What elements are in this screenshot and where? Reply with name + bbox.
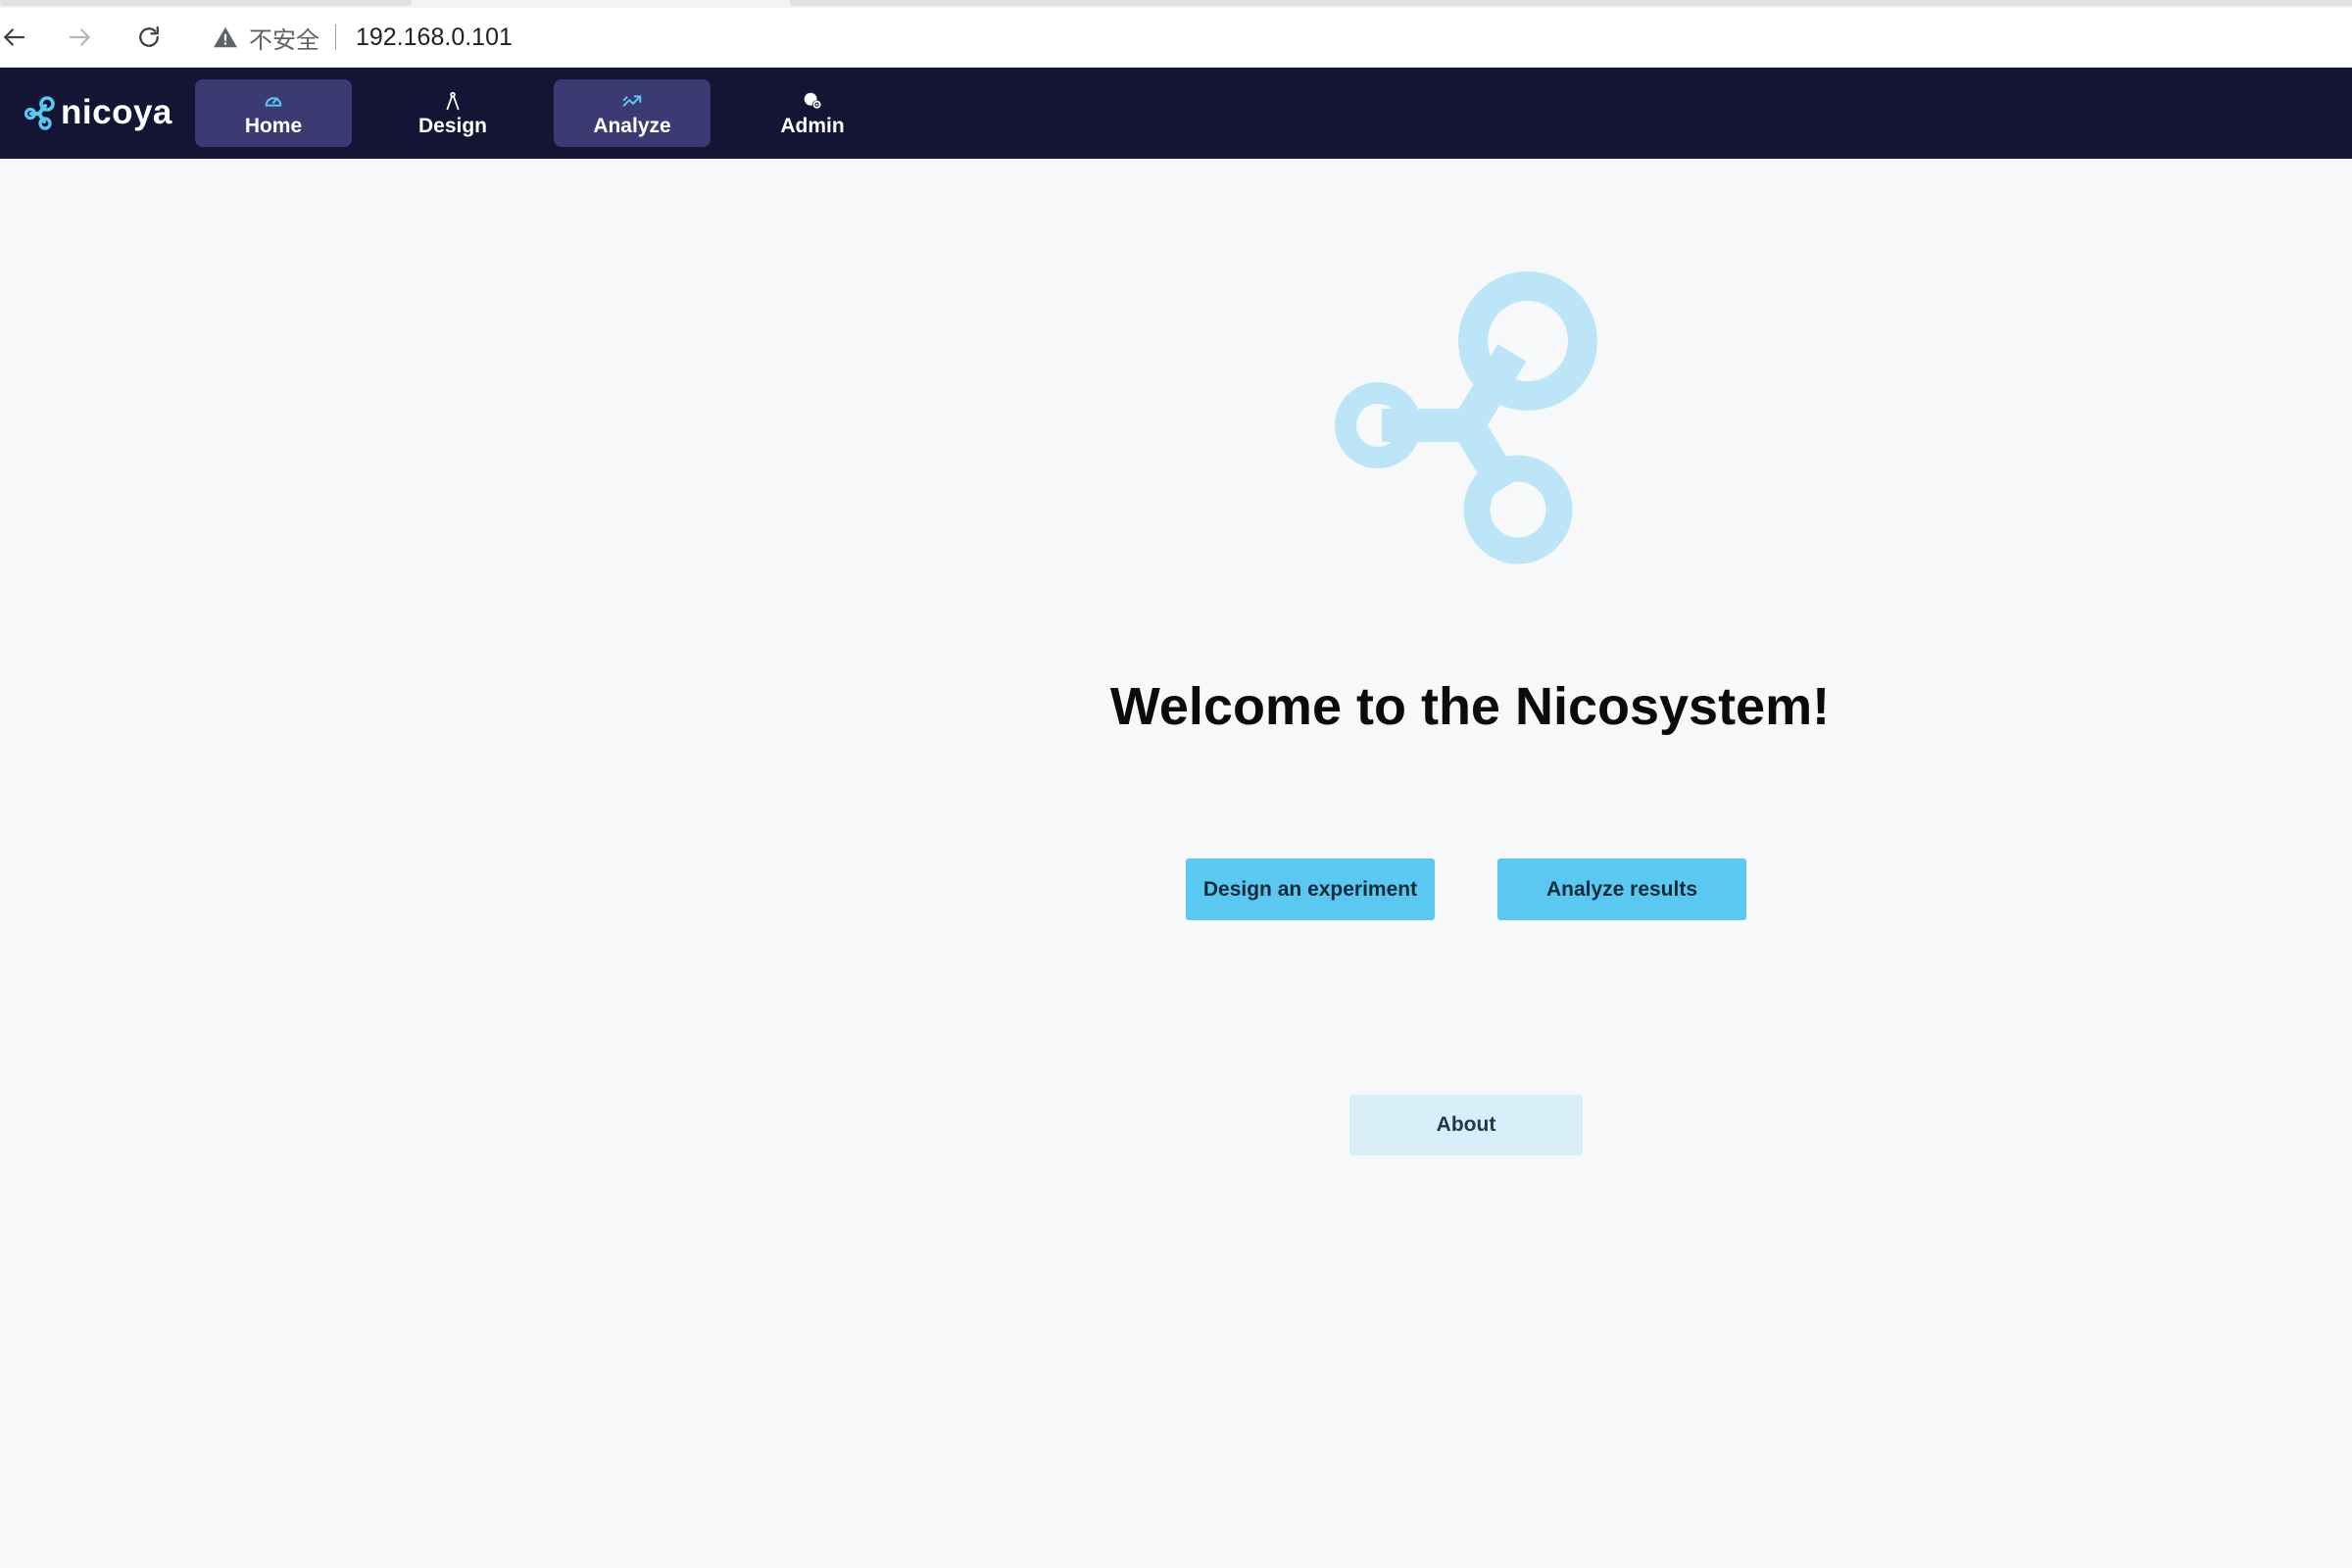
app-navbar: nicoya Home Design Analyze Admin [0,68,2352,159]
reload-button[interactable] [129,18,169,57]
hero-molecule-logo-icon [1331,267,1603,570]
nav-label: Analyze [593,114,671,137]
forward-button[interactable] [61,18,100,57]
arrow-right-icon [69,28,90,46]
nav-item-design[interactable]: Design [374,79,531,147]
url-text[interactable]: 192.168.0.101 [356,24,513,52]
browser-tab-strip [0,0,2352,8]
gauge-icon [263,89,284,113]
brand-name: nicoya [61,93,172,131]
arrow-left-icon [4,28,25,46]
page-title: Welcome to the Nicosystem! [1109,677,1831,736]
nav-label: Home [244,114,303,137]
analyze-results-button[interactable]: Analyze results [1497,858,1746,920]
nav-label: Admin [780,114,845,137]
about-button[interactable]: About [1349,1095,1583,1155]
nav-label: Design [417,114,487,137]
address-divider [335,24,336,50]
brand-logo-link[interactable]: nicoya [24,91,172,134]
design-experiment-button[interactable]: Design an experiment [1186,858,1435,920]
nav-item-admin[interactable]: Admin [734,79,891,147]
browser-tab[interactable] [0,0,412,6]
address-bar[interactable]: 不安全 192.168.0.101 [194,14,2352,61]
warning-triangle-icon[interactable] [212,24,239,51]
reload-icon [139,25,159,47]
nav-item-home[interactable]: Home [195,79,352,147]
compass-icon [442,89,464,113]
user-gear-icon [802,89,823,113]
browser-toolbar: 不安全 192.168.0.101 [0,0,2352,68]
nav-item-analyze[interactable]: Analyze [554,79,710,147]
browser-tab[interactable] [790,0,2352,6]
security-status-label[interactable]: 不安全 [249,21,319,55]
trend-chart-icon [621,89,643,113]
nicoya-logo-icon [24,94,57,131]
back-button[interactable] [0,18,33,57]
